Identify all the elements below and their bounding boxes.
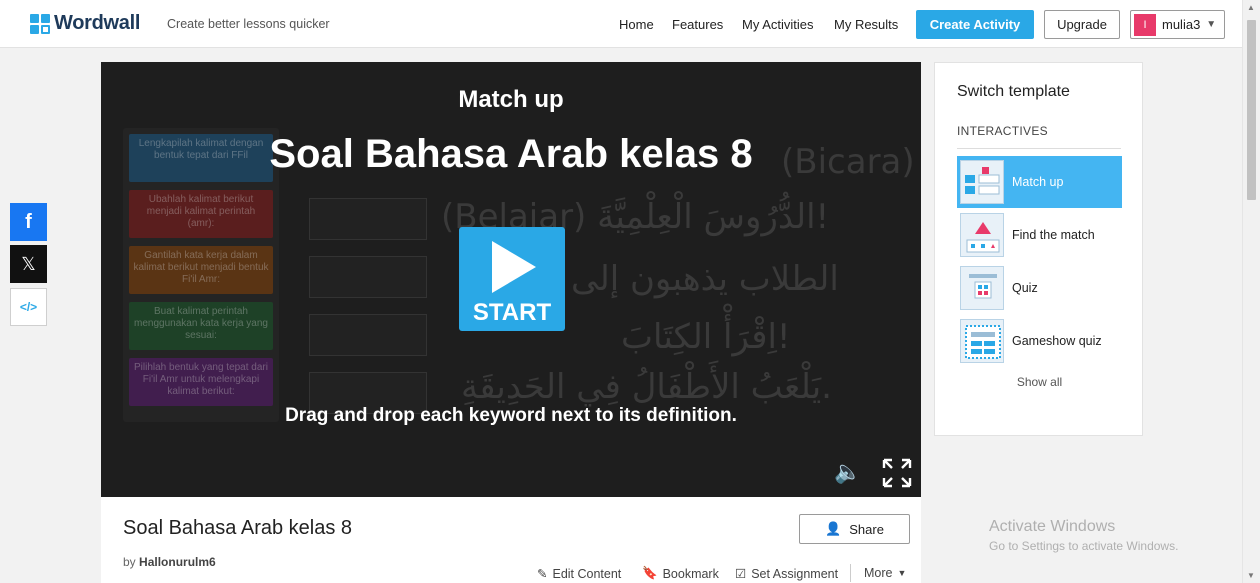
tagline: Create better lessons quicker (167, 17, 330, 31)
facebook-share-button[interactable]: f (10, 203, 47, 241)
author-link[interactable]: Hallonurulm6 (139, 555, 216, 569)
wordwall-logo[interactable]: Wordwall (30, 12, 140, 35)
template-gameshow-quiz[interactable]: Gameshow quiz (957, 315, 1122, 367)
game-player[interactable]: Lengkapilah kalimat dengan bentuk tepat … (101, 62, 921, 497)
top-header: Wordwall Create better lessons quicker H… (0, 0, 1242, 48)
nav-home[interactable]: Home (619, 17, 654, 32)
background-card: Pilihlah bentuk yang tepat dari Fi'il Am… (129, 358, 273, 406)
scroll-down-arrow-icon[interactable]: ▼ (1247, 571, 1255, 580)
page-scrollbar[interactable]: ▲ ▼ (1242, 0, 1260, 583)
match-up-thumbnail-icon (960, 160, 1004, 204)
background-card: Gantilah kata kerja dalam kalimat beriku… (129, 246, 273, 294)
set-assignment-button[interactable]: ☑ Set Assignment (735, 566, 839, 582)
game-instructions: Drag and drop each keyword next to its d… (285, 405, 737, 426)
scroll-up-arrow-icon[interactable]: ▲ (1247, 3, 1255, 12)
template-label: Gameshow quiz (1012, 334, 1102, 348)
activate-windows-watermark: Activate Windows Go to Settings to activ… (989, 518, 1178, 553)
activity-info: Soal Bahasa Arab kelas 8 by Hallonurulm6… (101, 497, 921, 583)
background-card: Ubahlah kalimat berikut menjadi kalimat … (129, 190, 273, 238)
wordwall-logo-icon (30, 13, 50, 34)
watermark-title: Activate Windows (989, 518, 1116, 535)
bookmark-button[interactable]: 🔖 Bookmark (642, 566, 719, 581)
gameshow-quiz-thumbnail-icon (960, 319, 1004, 363)
switch-template-panel: Switch template INTERACTIVES Match up Fi… (934, 62, 1143, 436)
x-icon: 𝕏 (21, 253, 36, 274)
nav-features[interactable]: Features (672, 17, 723, 32)
bookmark-label: Bookmark (662, 566, 719, 581)
start-button[interactable]: START (459, 227, 565, 331)
by-label: by (123, 555, 136, 569)
edit-content-button[interactable]: ✎ Edit Content (537, 566, 622, 582)
share-label: Share (849, 521, 884, 537)
play-icon (492, 241, 536, 293)
scroll-thumb[interactable] (1247, 20, 1256, 200)
template-label: Match up (1012, 175, 1064, 189)
panel-section-label: INTERACTIVES (957, 124, 1048, 138)
show-all-link[interactable]: Show all (935, 375, 1144, 389)
divider (957, 148, 1121, 149)
upgrade-button[interactable]: Upgrade (1044, 10, 1120, 39)
edit-content-label: Edit Content (552, 566, 622, 581)
embed-code-icon: </> (19, 300, 38, 314)
facebook-icon: f (25, 210, 32, 233)
quiz-thumbnail-icon (960, 266, 1004, 310)
avatar: I (1134, 13, 1156, 36)
pencil-icon: ✎ (537, 567, 548, 581)
nav-my-activities[interactable]: My Activities (742, 17, 814, 32)
person-add-icon: 👤 (825, 521, 842, 536)
find-the-match-thumbnail-icon (960, 213, 1004, 257)
user-menu[interactable]: I mulia3 ▼ (1130, 10, 1225, 39)
background-slot (309, 314, 427, 356)
template-find-the-match[interactable]: Find the match (957, 209, 1122, 261)
more-menu-button[interactable]: More ▼ (864, 566, 906, 580)
x-share-button[interactable]: 𝕏 (10, 245, 47, 283)
background-slot (309, 256, 427, 298)
create-activity-button[interactable]: Create Activity (916, 10, 1034, 39)
background-slot (309, 198, 427, 240)
share-button[interactable]: 👤 Share (799, 514, 910, 544)
panel-title: Switch template (957, 83, 1070, 100)
template-match-up[interactable]: Match up (957, 156, 1122, 208)
checkbox-icon: ☑ (735, 567, 747, 581)
chevron-down-icon: ▼ (897, 568, 907, 578)
game-title: Soal Bahasa Arab kelas 8 (269, 132, 753, 176)
start-label: START (472, 299, 552, 326)
fullscreen-icon[interactable] (881, 458, 913, 488)
user-name: mulia3 (1162, 17, 1201, 32)
activity-title: Soal Bahasa Arab kelas 8 (123, 517, 353, 539)
background-text: اِقْرَأْ الكِتَابَ! (621, 317, 791, 357)
action-divider (850, 564, 851, 582)
embed-button[interactable]: </> (10, 288, 47, 326)
nav-my-results[interactable]: My Results (834, 17, 898, 32)
bookmark-icon: 🔖 (642, 566, 658, 580)
watermark-subtitle: Go to Settings to activate Windows. (989, 539, 1179, 553)
more-label: More (864, 566, 893, 580)
template-label: Quiz (1012, 281, 1038, 295)
template-quiz[interactable]: Quiz (957, 262, 1122, 314)
chevron-down-icon: ▼ (1206, 19, 1217, 30)
background-card: Buat kalimat perintah menggunakan kata k… (129, 302, 273, 350)
game-type-label: Match up (458, 86, 564, 113)
background-text: الطلاب يذهبون إلى (571, 259, 839, 299)
logo-text: Wordwall (54, 12, 141, 34)
set-assignment-label: Set Assignment (751, 566, 839, 581)
sound-icon[interactable]: 🔈 (834, 459, 861, 485)
author-line: by Hallonurulm6 (123, 555, 216, 569)
template-label: Find the match (1012, 228, 1095, 242)
background-text: يَلْعَبُ الأَطْفَالُ فِي الحَدِيقَةِ. (461, 367, 832, 407)
